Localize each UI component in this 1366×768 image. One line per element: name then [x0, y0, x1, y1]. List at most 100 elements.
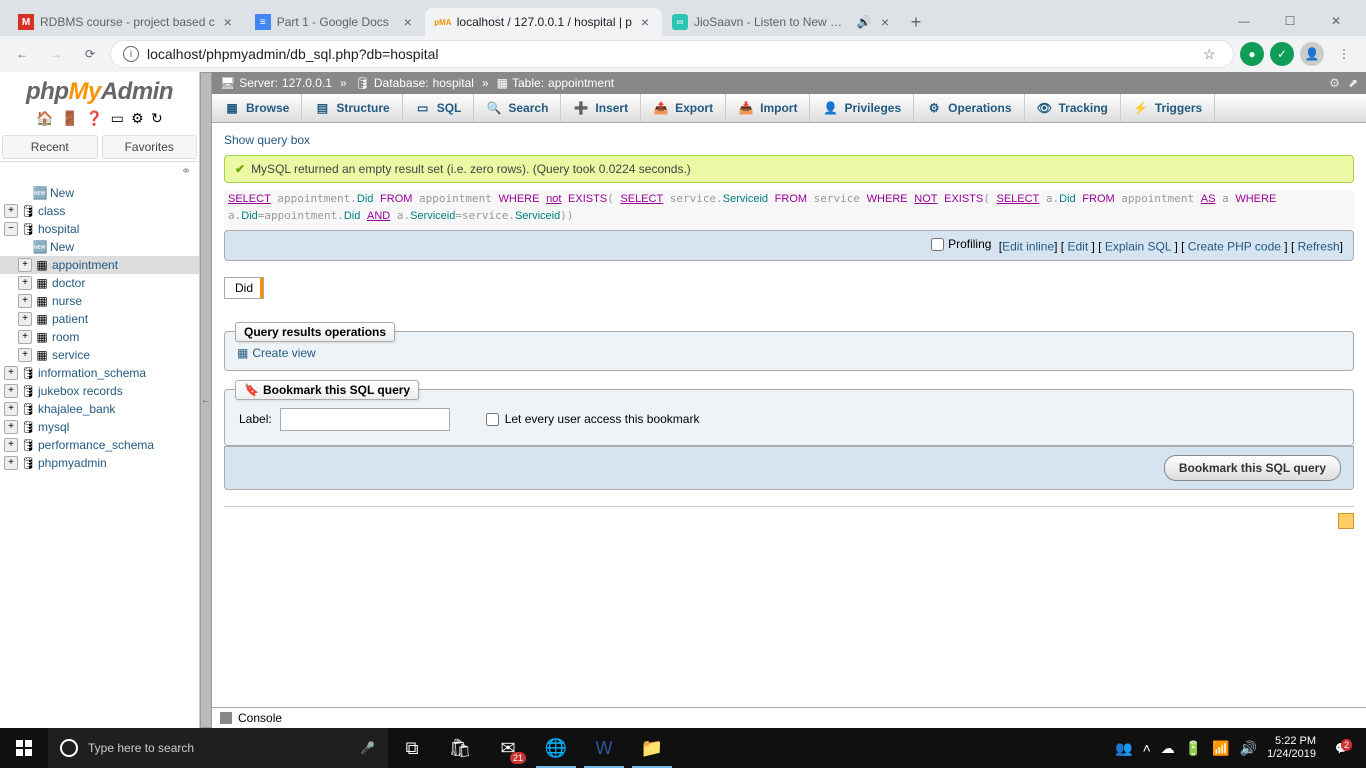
close-icon[interactable]: ×: [221, 15, 235, 29]
explain-sql-link[interactable]: Explain SQL: [1105, 240, 1171, 254]
db-item-class[interactable]: + 🛢 class: [0, 202, 199, 220]
expand-button[interactable]: +: [4, 402, 18, 416]
profiling-checkbox[interactable]: [931, 238, 944, 251]
wifi-icon[interactable]: 📶: [1212, 740, 1229, 757]
share-bookmark-checkbox[interactable]: [486, 413, 499, 426]
profile-avatar[interactable]: 👤: [1300, 42, 1324, 66]
home-icon[interactable]: 🏠: [36, 110, 53, 126]
show-query-box-link[interactable]: Show query box: [224, 133, 310, 147]
onedrive-icon[interactable]: ☁: [1161, 740, 1175, 757]
console-toggle[interactable]: Console: [212, 707, 1366, 728]
bookmark-star-icon[interactable]: ☆: [1203, 46, 1221, 63]
extension-icon-1[interactable]: ●: [1240, 42, 1264, 66]
page-settings-icon[interactable]: ⚙: [1329, 76, 1340, 90]
table-item-nurse[interactable]: + ▦ nurse: [0, 292, 199, 310]
table-item-doctor[interactable]: + ▦ doctor: [0, 274, 199, 292]
share-bookmark-label[interactable]: Let every user access this bookmark: [486, 412, 700, 426]
expand-button[interactable]: +: [18, 276, 32, 290]
expand-button[interactable]: +: [4, 366, 18, 380]
expand-button[interactable]: +: [18, 330, 32, 344]
topmenu-structure[interactable]: ▤Structure: [302, 94, 402, 122]
create-view-link[interactable]: ▦ Create view: [237, 346, 316, 360]
db-item-hospital[interactable]: − 🛢 hospital: [0, 220, 199, 238]
topmenu-sql[interactable]: ▭SQL: [403, 94, 475, 122]
help-book-icon[interactable]: [1338, 513, 1354, 529]
close-icon[interactable]: ×: [878, 15, 892, 29]
address-bar[interactable]: i localhost/phpmyadmin/db_sql.php?db=hos…: [110, 40, 1234, 68]
reload-button[interactable]: ⟳: [76, 40, 104, 68]
battery-icon[interactable]: 🔋: [1185, 740, 1202, 757]
db-item-khajalee[interactable]: + 🛢 khajalee_bank: [0, 400, 199, 418]
bookmark-label-input[interactable]: [280, 408, 450, 431]
logout-icon[interactable]: 🚪: [61, 110, 78, 126]
collapse-all-icon[interactable]: ⚭: [0, 162, 199, 180]
start-button[interactable]: [0, 728, 48, 768]
expand-button[interactable]: +: [18, 294, 32, 308]
expand-button[interactable]: +: [18, 258, 32, 272]
reload-icon[interactable]: ↻: [151, 110, 163, 126]
topmenu-privileges[interactable]: 👤Privileges: [810, 94, 914, 122]
breadcrumb-table[interactable]: ▦ Table: appointment: [497, 76, 614, 90]
edit-link[interactable]: Edit: [1067, 240, 1088, 254]
volume-icon[interactable]: 🔊: [1240, 740, 1257, 757]
profiling-checkbox-label[interactable]: Profiling: [931, 237, 991, 251]
favorites-button[interactable]: Favorites: [102, 135, 198, 159]
topmenu-tracking[interactable]: 👁Tracking: [1025, 94, 1121, 122]
mail-icon[interactable]: ✉21: [484, 728, 532, 768]
explorer-icon[interactable]: 📁: [628, 728, 676, 768]
browser-tab-docs[interactable]: ≡ Part 1 - Google Docs ×: [245, 8, 425, 36]
table-item-appointment[interactable]: + ▦ appointment: [0, 256, 199, 274]
action-center-icon[interactable]: 💬2: [1326, 742, 1358, 755]
expand-button[interactable]: +: [4, 438, 18, 452]
edit-inline-link[interactable]: Edit inline: [1002, 240, 1054, 254]
topmenu-operations[interactable]: ⚙Operations: [914, 94, 1024, 122]
bookmark-submit-button[interactable]: Bookmark this SQL query: [1164, 455, 1341, 481]
docs-icon[interactable]: ❓: [86, 110, 103, 126]
sidebar-collapse-handle[interactable]: ←: [200, 72, 212, 728]
collapse-button[interactable]: −: [4, 222, 18, 236]
tray-expand-icon[interactable]: ˄: [1143, 740, 1151, 756]
browser-tab-jiosaavn[interactable]: ∞ JioSaavn - Listen to New & G 🔊 ×: [662, 8, 902, 36]
minimize-button[interactable]: —: [1222, 6, 1266, 36]
topmenu-export[interactable]: 📤Export: [641, 94, 726, 122]
mic-icon[interactable]: 🎤: [360, 741, 376, 755]
topmenu-search[interactable]: 🔍Search: [474, 94, 561, 122]
store-icon[interactable]: 🛍: [436, 728, 484, 768]
site-info-icon[interactable]: i: [123, 46, 139, 62]
clock[interactable]: 5:22 PM 1/24/2019: [1267, 735, 1316, 761]
breadcrumb-database[interactable]: 🛢 Database: hospital: [355, 76, 474, 90]
extension-icon-2[interactable]: ✓: [1270, 42, 1294, 66]
page-collapse-icon[interactable]: ⬈: [1348, 76, 1358, 90]
settings-icon[interactable]: ⚙: [131, 110, 144, 126]
forward-button[interactable]: →: [42, 40, 70, 68]
db-item-performance-schema[interactable]: + 🛢 performance_schema: [0, 436, 199, 454]
db-item-jukebox[interactable]: + 🛢 jukebox records: [0, 382, 199, 400]
create-php-link[interactable]: Create PHP code: [1188, 240, 1281, 254]
browser-tab-phpmyadmin[interactable]: pMA localhost / 127.0.0.1 / hospital | p…: [425, 8, 662, 36]
chrome-menu-button[interactable]: ⋮: [1330, 40, 1358, 68]
new-tab-button[interactable]: +: [902, 8, 930, 36]
recent-button[interactable]: Recent: [2, 135, 98, 159]
browser-tab-gmail[interactable]: M RDBMS course - project based c ×: [8, 8, 245, 36]
expand-button[interactable]: +: [4, 204, 18, 218]
db-item-mysql[interactable]: + 🛢 mysql: [0, 418, 199, 436]
task-view-button[interactable]: ⧉: [388, 728, 436, 768]
new-database-link[interactable]: 🆕 New: [0, 184, 199, 202]
topmenu-insert[interactable]: ➕Insert: [561, 94, 641, 122]
table-item-service[interactable]: + ▦ service: [0, 346, 199, 364]
breadcrumb-server[interactable]: 🖥 Server: 127.0.0.1: [220, 76, 332, 90]
column-header-did[interactable]: Did: [224, 277, 264, 299]
table-item-patient[interactable]: + ▦ patient: [0, 310, 199, 328]
db-item-phpmyadmin[interactable]: + 🛢 phpmyadmin: [0, 454, 199, 472]
table-item-room[interactable]: + ▦ room: [0, 328, 199, 346]
back-button[interactable]: ←: [8, 40, 36, 68]
topmenu-triggers[interactable]: ⚡Triggers: [1121, 94, 1215, 122]
refresh-link[interactable]: Refresh: [1298, 240, 1340, 254]
expand-button[interactable]: +: [18, 348, 32, 362]
expand-button[interactable]: +: [4, 456, 18, 470]
new-table-link[interactable]: 🆕 New: [0, 238, 199, 256]
maximize-button[interactable]: ☐: [1268, 6, 1312, 36]
chrome-icon[interactable]: 🌐: [532, 728, 580, 768]
close-icon[interactable]: ×: [638, 15, 652, 29]
close-icon[interactable]: ×: [401, 15, 415, 29]
